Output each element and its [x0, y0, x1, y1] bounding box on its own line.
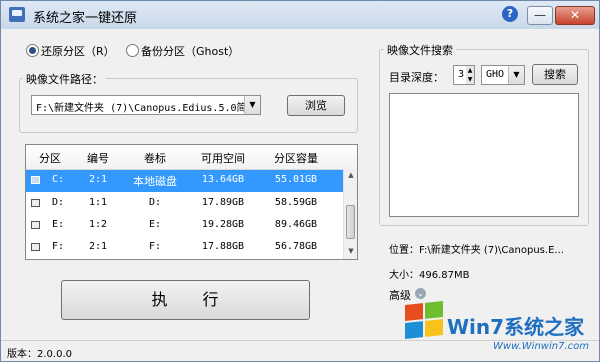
- size-cell: 56.78GB: [274, 241, 318, 252]
- minimize-button[interactable]: —: [527, 6, 553, 25]
- file-type-value: GHO: [486, 69, 505, 80]
- drive-icon: [31, 221, 40, 229]
- table-row[interactable]: D: 1:1 D: 17.89GB 58.59GB: [26, 193, 343, 215]
- search-group-title: 映像文件搜索: [384, 42, 456, 58]
- scroll-down-icon[interactable]: ▼: [344, 247, 357, 255]
- label-cell: 本地磁盘: [133, 175, 177, 188]
- column-header[interactable]: 分区: [26, 150, 74, 166]
- watermark-logo: Win7系统之家 Www.Winwin7.com: [403, 293, 599, 361]
- number-cell: 1:2: [88, 219, 108, 230]
- column-header[interactable]: 可用空间: [188, 150, 258, 166]
- location-text: 位置：F:\新建文件夹 (7)\Canopus.E...: [389, 245, 564, 256]
- restore-label[interactable]: 还原分区（R）: [41, 43, 115, 59]
- drive-cell: F:: [51, 241, 65, 252]
- column-header[interactable]: 编号: [74, 150, 122, 166]
- search-button[interactable]: 搜索: [532, 64, 578, 85]
- version-text: 版本：2.0.0.0: [7, 349, 72, 360]
- help-button[interactable]: ?: [502, 6, 518, 22]
- size-cell: 58.59GB: [274, 197, 318, 208]
- table-header: 分区 编号 卷标 可用空间 分区容量: [26, 145, 357, 170]
- chevron-down-icon[interactable]: ▼: [508, 66, 524, 84]
- free-cell: 19.28GB: [201, 219, 245, 230]
- size-text: 大小：496.87MB: [389, 270, 470, 281]
- label-cell: E:: [148, 219, 162, 230]
- title-bar: 系统之家一键还原 ? — ✕: [1, 1, 599, 29]
- table-scrollbar[interactable]: ▲ ▼: [343, 169, 357, 259]
- watermark-brand: Win7系统之家: [447, 315, 585, 339]
- number-cell: 2:1: [88, 241, 108, 252]
- table-row[interactable]: E: 1:2 E: 19.28GB 89.46GB: [26, 215, 343, 237]
- label-cell: F:: [148, 241, 162, 252]
- free-cell: 17.88GB: [201, 241, 245, 252]
- backup-radio[interactable]: [126, 44, 139, 57]
- scroll-up-icon[interactable]: ▲: [344, 171, 357, 179]
- label-cell: D:: [148, 197, 162, 208]
- execute-button[interactable]: 执 行: [61, 280, 310, 320]
- size-cell: 55.01GB: [274, 174, 318, 185]
- main-window: 系统之家一键还原 ? — ✕ 还原分区（R） 备份分区（Ghost） 映像文件路…: [0, 0, 600, 362]
- search-results-list[interactable]: [389, 93, 579, 217]
- drive-icon: [31, 243, 40, 251]
- depth-label: 目录深度：: [389, 71, 444, 84]
- spinner-arrows-icon[interactable]: ▲ ▼: [466, 66, 474, 84]
- image-path-combo[interactable]: F:\新建文件夹 (7)\Canopus.Edius.5.0简 ▼: [31, 95, 261, 115]
- browse-button[interactable]: 浏览: [287, 95, 345, 116]
- drive-cell: E:: [51, 219, 65, 230]
- backup-label[interactable]: 备份分区（Ghost）: [141, 43, 239, 59]
- column-header[interactable]: 卷标: [122, 150, 188, 166]
- drive-icon: [31, 199, 40, 207]
- restore-radio[interactable]: [26, 44, 39, 57]
- image-path-group-title: 映像文件路径：: [23, 71, 106, 87]
- depth-value: 3: [458, 69, 465, 80]
- free-cell: 17.89GB: [201, 197, 245, 208]
- close-button[interactable]: ✕: [555, 6, 595, 25]
- image-path-value: F:\新建文件夹 (7)\Canopus.Edius.5.0简: [36, 103, 247, 114]
- partition-table: 分区 编号 卷标 可用空间 分区容量 C: 2:1 本地磁盘 13.64GB 5…: [25, 144, 358, 260]
- size-cell: 89.46GB: [274, 219, 318, 230]
- number-cell: 2:1: [88, 174, 108, 185]
- chevron-down-icon[interactable]: ▼: [244, 96, 260, 114]
- free-cell: 13.64GB: [201, 174, 245, 185]
- drive-cell: C:: [51, 174, 65, 185]
- drive-icon: [31, 176, 40, 184]
- column-header[interactable]: 分区容量: [258, 150, 334, 166]
- window-title: 系统之家一键还原: [33, 11, 138, 26]
- drive-cell: D:: [51, 197, 65, 208]
- scrollbar-thumb[interactable]: [346, 205, 355, 239]
- table-row[interactable]: C: 2:1 本地磁盘 13.64GB 55.01GB: [26, 170, 343, 192]
- app-icon: [9, 7, 25, 22]
- depth-spinner[interactable]: 3 ▲ ▼: [453, 65, 475, 85]
- file-type-combo[interactable]: GHO ▼: [481, 65, 525, 85]
- number-cell: 1:1: [88, 197, 108, 208]
- table-row[interactable]: F: 2:1 F: 17.88GB 56.78GB: [26, 237, 343, 259]
- watermark-url: Www.Winwin7.com: [493, 341, 589, 352]
